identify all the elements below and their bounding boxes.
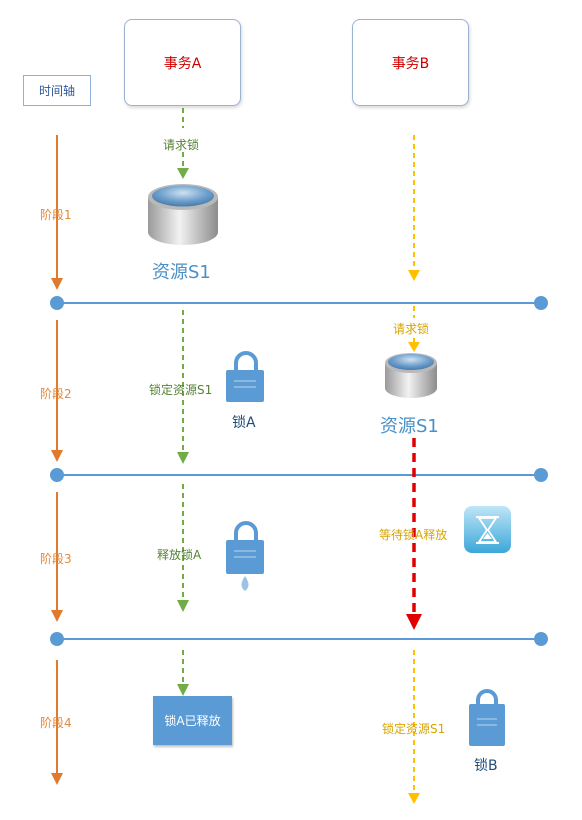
diagram-lines (50, 108, 548, 804)
tx-a-request-label: 请求锁 (163, 138, 200, 152)
timeline-arrows (51, 135, 63, 785)
stage-3-label: 阶段3 (40, 552, 72, 566)
lock-a-released-label: 锁A已释放 (164, 714, 221, 728)
stage-2-label: 阶段2 (40, 387, 72, 401)
diagram-canvas: 时间轴 事务A 事务B 阶段1 阶段2 阶段3 阶段4 请求锁 资源S1 锁定资… (0, 0, 582, 820)
transaction-b-box: 事务B (352, 19, 469, 106)
lock-b-label: 锁B (474, 758, 498, 774)
stage-1-label: 阶段1 (40, 208, 72, 222)
transaction-a-box: 事务A (124, 19, 241, 106)
stage-separator-2 (50, 468, 548, 482)
unlock-icon (226, 521, 264, 591)
stage-separator-3 (50, 632, 548, 646)
stage-separator-1 (50, 296, 548, 310)
timeline-box: 时间轴 (23, 75, 91, 106)
hourglass-icon (464, 506, 511, 553)
resource-s1-label-b: 资源S1 (380, 416, 439, 437)
lock-icon (469, 689, 505, 746)
tx-a-release-label: 释放锁A (157, 548, 202, 562)
tx-a-lock-resource-label: 锁定资源S1 (149, 383, 213, 397)
lock-a-released-box: 锁A已释放 (153, 696, 232, 745)
tx-b-lock-resource-label: 锁定资源S1 (382, 722, 446, 736)
lock-icon (226, 351, 264, 402)
lock-a-label: 锁A (232, 415, 256, 431)
transaction-b-label: 事务B (391, 55, 430, 72)
database-icon (148, 184, 218, 245)
timeline-label: 时间轴 (38, 84, 75, 98)
transaction-a-label: 事务A (163, 55, 202, 72)
tx-b-waiting-label: 等待锁A释放 (379, 528, 448, 542)
database-icon (385, 353, 437, 398)
tx-b-request-label: 请求锁 (393, 322, 430, 336)
stage-4-label: 阶段4 (40, 716, 72, 730)
resource-s1-label-a: 资源S1 (152, 262, 211, 283)
